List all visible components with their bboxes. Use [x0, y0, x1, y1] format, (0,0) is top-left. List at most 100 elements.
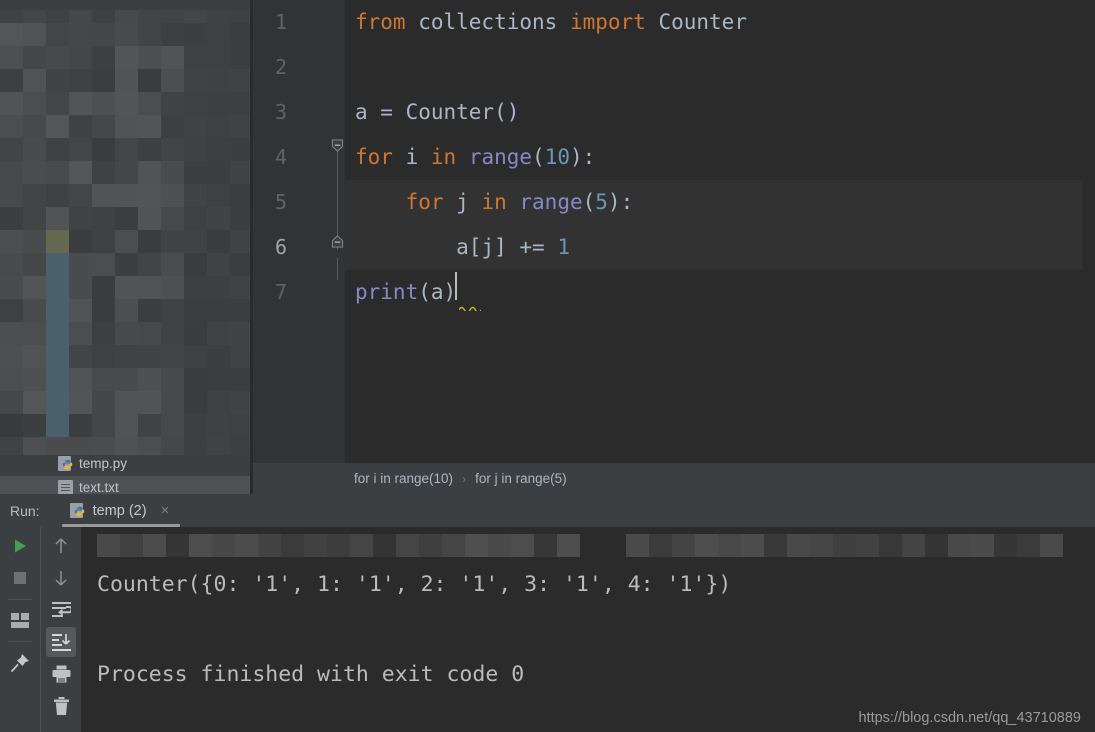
- mosaic-block: [212, 534, 235, 557]
- rerun-button[interactable]: [5, 531, 35, 561]
- mosaic-block: [161, 184, 184, 207]
- mosaic-block: [115, 368, 138, 391]
- mosaic-block: [207, 299, 230, 322]
- mosaic-block: [856, 534, 879, 557]
- mosaic-block: [230, 391, 250, 414]
- clear-all-button[interactable]: [46, 691, 76, 721]
- mosaic-block: [69, 138, 92, 161]
- editor-gutter[interactable]: 1 2 3 4 5 6 7: [253, 0, 345, 463]
- breadcrumb[interactable]: for i in range(10) › for j in range(5): [253, 463, 1095, 494]
- mosaic-block: [92, 46, 115, 69]
- mosaic-block: [0, 276, 23, 299]
- mosaic-block: [69, 414, 92, 437]
- mosaic-block: [879, 534, 902, 557]
- mosaic-block: [92, 138, 115, 161]
- editor-scrollbar[interactable]: [1082, 0, 1095, 463]
- mosaic-block: [23, 414, 46, 437]
- mosaic-block: [207, 92, 230, 115]
- mosaic-block: [184, 161, 207, 184]
- arrow-up-icon: [55, 538, 67, 553]
- mosaic-block: [207, 414, 230, 437]
- mosaic-block: [184, 184, 207, 207]
- code-line: for j in range(5):: [345, 180, 1095, 225]
- mosaic-block: [161, 230, 184, 253]
- soft-wrap-icon: [51, 602, 71, 617]
- mosaic-block: [138, 46, 161, 69]
- mosaic-block: [207, 276, 230, 299]
- breadcrumb-item-outer-loop[interactable]: for i in range(10): [354, 471, 453, 486]
- mosaic-block: [0, 345, 23, 368]
- mosaic-block: [69, 115, 92, 138]
- mosaic-block: [115, 115, 138, 138]
- code-folding-column[interactable]: [331, 0, 345, 463]
- mosaic-block: [46, 253, 69, 276]
- scroll-to-end-button[interactable]: [46, 627, 76, 657]
- mosaic-block: [207, 46, 230, 69]
- list-item[interactable]: text.txt: [0, 476, 250, 494]
- mosaic-block: [0, 414, 23, 437]
- breadcrumb-item-inner-loop[interactable]: for j in range(5): [475, 471, 567, 486]
- soft-wrap-button[interactable]: [46, 595, 76, 625]
- mosaic-block: [115, 414, 138, 437]
- run-console[interactable]: Counter({0: '1', 1: '1', 2: '1', 3: '1',…: [81, 527, 1095, 732]
- code-editor[interactable]: 1 2 3 4 5 6 7 from collections import Co…: [253, 0, 1095, 463]
- mosaic-block: [649, 534, 672, 557]
- mosaic-block: [207, 115, 230, 138]
- mosaic-block: [46, 138, 69, 161]
- mosaic-block: [207, 391, 230, 414]
- mosaic-block: [902, 534, 925, 557]
- code-text[interactable]: from collections import Counter a = Coun…: [345, 0, 1095, 463]
- mosaic-block: [230, 368, 250, 391]
- mosaic-block: [281, 534, 304, 557]
- mosaic-block: [161, 345, 184, 368]
- token-number: 10: [544, 145, 570, 169]
- mosaic-block: [161, 161, 184, 184]
- down-the-stack-button[interactable]: [46, 563, 76, 593]
- mosaic-block: [994, 534, 1017, 557]
- python-logo-icon: [62, 459, 73, 469]
- project-tool-window[interactable]: temp.py text.txt: [0, 0, 250, 494]
- mosaic-block: [23, 115, 46, 138]
- mosaic-block: [626, 534, 649, 557]
- stop-button[interactable]: [5, 563, 35, 593]
- mosaic-block: [230, 69, 250, 92]
- line-number-column: 1 2 3 4 5 6 7: [253, 0, 291, 315]
- mosaic-block: [46, 345, 69, 368]
- toolbar-divider: [8, 641, 32, 642]
- arrow-down-icon: [55, 571, 67, 586]
- line-number: 2: [274, 55, 287, 79]
- mosaic-block: [161, 115, 184, 138]
- mosaic-block: [92, 115, 115, 138]
- mosaic-block: [230, 276, 250, 299]
- pin-tab-button[interactable]: [5, 647, 35, 677]
- mosaic-block: [46, 207, 69, 230]
- fold-collapse-icon[interactable]: [331, 235, 344, 248]
- mosaic-block: [207, 161, 230, 184]
- layout-icon: [11, 612, 29, 628]
- up-the-stack-button[interactable]: [46, 531, 76, 561]
- list-item[interactable]: temp.py: [0, 452, 250, 474]
- mosaic-block: [161, 138, 184, 161]
- token-paren: (: [582, 190, 596, 214]
- code-line: a[j] += 1: [345, 225, 1095, 270]
- mosaic-block: [23, 230, 46, 253]
- tab-temp-run[interactable]: temp (2) ×: [64, 494, 176, 527]
- mosaic-block: [0, 92, 23, 115]
- close-icon[interactable]: ×: [161, 503, 170, 518]
- token-builtin: print: [355, 280, 419, 304]
- mosaic-block: [69, 322, 92, 345]
- mosaic-block: [672, 534, 695, 557]
- layout-settings-button[interactable]: [5, 605, 35, 635]
- mosaic-block: [23, 92, 46, 115]
- mosaic-block: [69, 69, 92, 92]
- mosaic-block: [695, 534, 718, 557]
- mosaic-block: [184, 414, 207, 437]
- mosaic-block: [138, 230, 161, 253]
- console-exit-message: Process finished with exit code 0: [97, 662, 525, 687]
- mosaic-block: [0, 322, 23, 345]
- mosaic-block: [23, 391, 46, 414]
- fold-collapse-icon[interactable]: [331, 139, 344, 152]
- print-button[interactable]: [46, 659, 76, 689]
- mosaic-block: [230, 161, 250, 184]
- mosaic-block: [115, 69, 138, 92]
